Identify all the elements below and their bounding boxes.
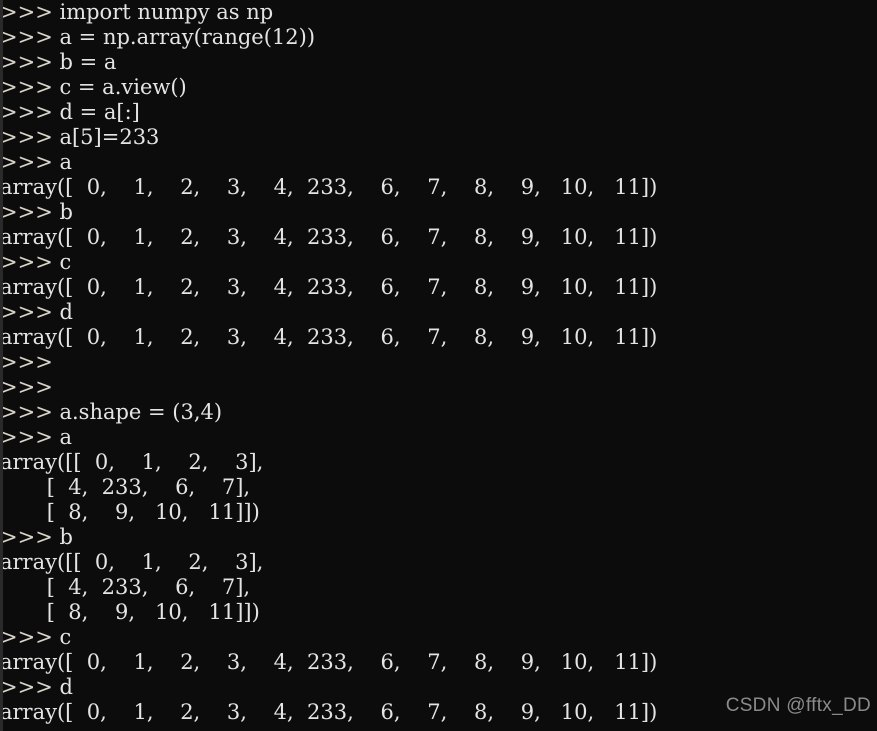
terminal-prompt: >>> — [0, 375, 53, 399]
terminal-prompt: >>> — [0, 125, 53, 149]
terminal-prompt: >>> — [0, 150, 53, 174]
terminal-input-line: >>> a.shape = (3,4) — [0, 400, 877, 425]
terminal-output-line: [ 4, 233, 6, 7], — [0, 575, 251, 599]
terminal-command-text: b = a — [52, 50, 117, 74]
terminal-input-line: >>> — [0, 350, 877, 375]
terminal-output-line: [ 8, 9, 10, 11]]) — [0, 500, 260, 524]
terminal-command-text: b — [52, 525, 73, 549]
terminal-prompt: >>> — [0, 250, 53, 274]
terminal-command-text: a.shape = (3,4) — [52, 400, 223, 424]
terminal-output-line: array([[ 0, 1, 2, 3], — [0, 550, 264, 574]
terminal-output-line: array([ 0, 1, 2, 3, 4, 233, 6, 7, 8, 9, … — [0, 275, 658, 299]
terminal-prompt: >>> — [0, 50, 53, 74]
terminal-input-line: >>> a — [0, 425, 877, 450]
terminal-command-text: b — [52, 200, 73, 224]
terminal-command-text: c = a.view() — [52, 75, 187, 99]
terminal-command-text: c — [52, 625, 72, 649]
terminal-window[interactable]: >>> import numpy as np >>> a = np.array(r… — [0, 0, 877, 731]
terminal-prompt: >>> — [0, 725, 53, 731]
terminal-prompt: >>> — [0, 300, 53, 324]
terminal-prompt: >>> — [0, 25, 53, 49]
terminal-input-line: >>> d = a[:] — [0, 100, 877, 125]
terminal-command-text: a — [52, 425, 72, 449]
terminal-command-text: a = np.array(range(12)) — [52, 25, 316, 49]
terminal-prompt: >>> — [0, 200, 53, 224]
terminal-prompt: >>> — [0, 100, 53, 124]
terminal-input-line: >>> b — [0, 525, 877, 550]
terminal-input-line: >>> a[5]=233 — [0, 125, 877, 150]
terminal-prompt: >>> — [0, 400, 53, 424]
terminal-input-line: >>> c — [0, 625, 877, 650]
terminal-prompt: >>> — [0, 675, 53, 699]
terminal-input-line: >>> b — [0, 200, 877, 225]
terminal-input-line: >>> a — [0, 150, 877, 175]
terminal-output-line: array([ 0, 1, 2, 3, 4, 233, 6, 7, 8, 9, … — [0, 225, 658, 249]
terminal-input-line: >>> a = np.array(range(12)) — [0, 25, 877, 50]
terminal-input-line: >>> d — [0, 300, 877, 325]
terminal-input-line: >>> — [0, 375, 877, 400]
terminal-input-line: >>> d — [0, 675, 877, 700]
terminal-prompt: >>> — [0, 525, 53, 549]
terminal-command-text: a[5]=233 — [52, 125, 160, 149]
terminal-output-line: [ 8, 9, 10, 11]]) — [0, 600, 260, 624]
terminal-command-text: d — [52, 300, 73, 324]
terminal-output-line: array([ 0, 1, 2, 3, 4, 233, 6, 7, 8, 9, … — [0, 700, 658, 724]
terminal-input-line: >>> c = a.view() — [0, 75, 877, 100]
terminal-command-text: a — [52, 150, 72, 174]
terminal-prompt: >>> — [0, 75, 53, 99]
terminal-command-text: import numpy as np — [52, 0, 274, 24]
terminal-input-line: >>> c — [0, 250, 877, 275]
terminal-output-line: array([[ 0, 1, 2, 3], — [0, 450, 264, 474]
terminal-output-line: array([ 0, 1, 2, 3, 4, 233, 6, 7, 8, 9, … — [0, 650, 658, 674]
terminal-command-text: c — [52, 250, 72, 274]
terminal-input-line: >>> — [0, 725, 877, 731]
terminal-prompt: >>> — [0, 350, 53, 374]
terminal-output-line: [ 4, 233, 6, 7], — [0, 475, 251, 499]
terminal-output-line: array([ 0, 1, 2, 3, 4, 233, 6, 7, 8, 9, … — [0, 325, 658, 349]
terminal-input-line: >>> b = a — [0, 50, 877, 75]
terminal-prompt: >>> — [0, 0, 53, 24]
terminal-output-line: array([ 0, 1, 2, 3, 4, 233, 6, 7, 8, 9, … — [0, 175, 658, 199]
terminal-command-text: d — [52, 675, 73, 699]
terminal-console-output: >>> import numpy as np >>> a = np.array(r… — [0, 0, 877, 731]
terminal-prompt: >>> — [0, 425, 53, 449]
terminal-command-text: d = a[:] — [52, 100, 140, 124]
terminal-input-line: >>> import numpy as np — [0, 0, 877, 25]
terminal-prompt: >>> — [0, 625, 53, 649]
